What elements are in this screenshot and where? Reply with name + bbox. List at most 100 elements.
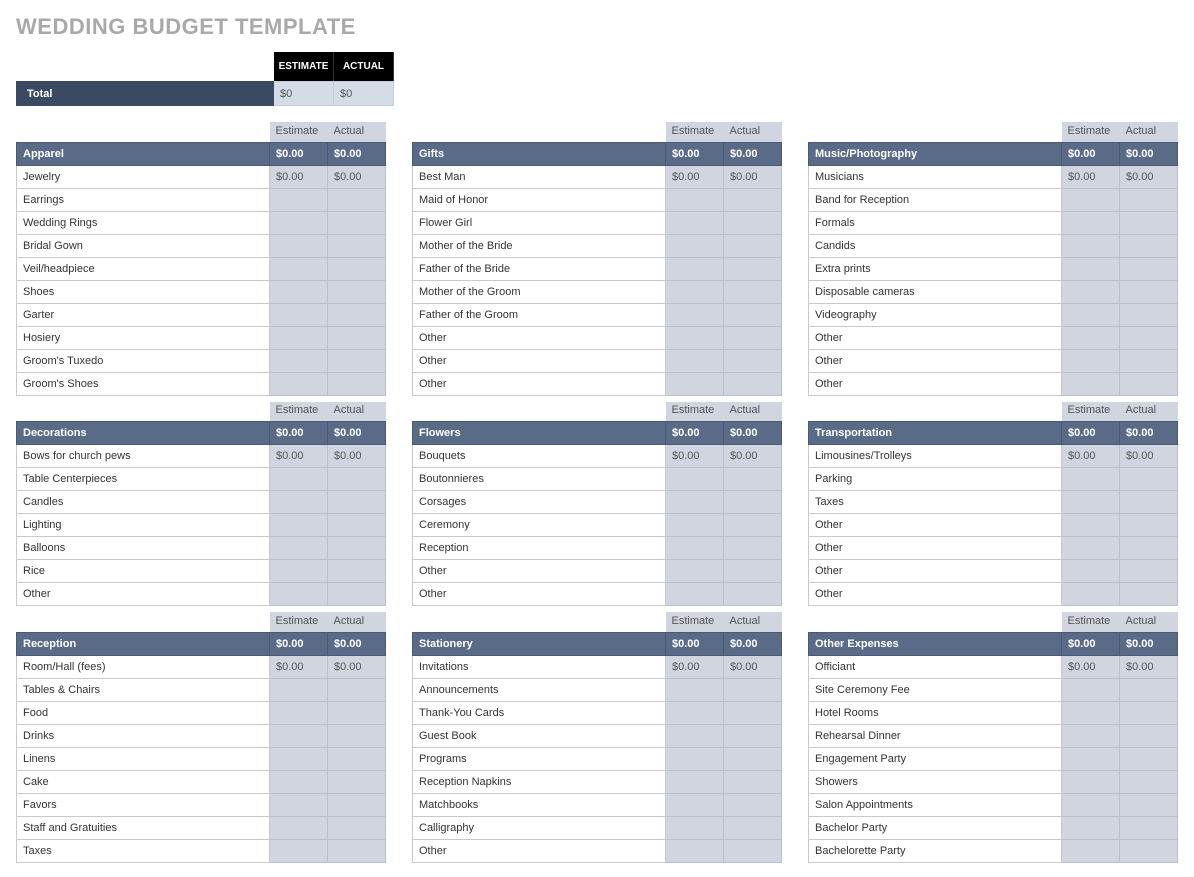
line-item-actual[interactable]: [1120, 816, 1178, 839]
line-item-estimate[interactable]: [1062, 491, 1120, 514]
line-item-estimate[interactable]: [666, 678, 724, 701]
line-item-actual[interactable]: [1120, 839, 1178, 862]
line-item-actual[interactable]: [328, 770, 386, 793]
line-item-actual[interactable]: [1120, 211, 1178, 234]
line-item-actual[interactable]: [724, 770, 782, 793]
line-item-actual[interactable]: [724, 514, 782, 537]
line-item-estimate[interactable]: [270, 234, 328, 257]
line-item-estimate[interactable]: [270, 816, 328, 839]
line-item-estimate[interactable]: [666, 793, 724, 816]
line-item-estimate[interactable]: $0.00: [270, 445, 328, 468]
line-item-actual[interactable]: $0.00: [724, 445, 782, 468]
line-item-actual[interactable]: [1120, 701, 1178, 724]
line-item-estimate[interactable]: [666, 537, 724, 560]
line-item-estimate[interactable]: [270, 280, 328, 303]
line-item-estimate[interactable]: [1062, 816, 1120, 839]
line-item-estimate[interactable]: $0.00: [666, 445, 724, 468]
line-item-estimate[interactable]: $0.00: [666, 165, 724, 188]
line-item-actual[interactable]: [328, 560, 386, 583]
line-item-estimate[interactable]: [666, 770, 724, 793]
line-item-actual[interactable]: [328, 257, 386, 280]
line-item-estimate[interactable]: [1062, 793, 1120, 816]
line-item-actual[interactable]: [328, 280, 386, 303]
line-item-estimate[interactable]: [270, 537, 328, 560]
line-item-actual[interactable]: [1120, 257, 1178, 280]
line-item-estimate[interactable]: [666, 326, 724, 349]
line-item-estimate[interactable]: [270, 514, 328, 537]
line-item-estimate[interactable]: [1062, 583, 1120, 606]
line-item-actual[interactable]: [328, 326, 386, 349]
line-item-estimate[interactable]: [270, 678, 328, 701]
line-item-actual[interactable]: [724, 211, 782, 234]
line-item-actual[interactable]: [1120, 514, 1178, 537]
line-item-actual[interactable]: [1120, 326, 1178, 349]
line-item-estimate[interactable]: [666, 211, 724, 234]
line-item-actual[interactable]: [724, 537, 782, 560]
line-item-actual[interactable]: [328, 468, 386, 491]
line-item-actual[interactable]: [1120, 234, 1178, 257]
line-item-actual[interactable]: [1120, 678, 1178, 701]
line-item-estimate[interactable]: [270, 839, 328, 862]
line-item-actual[interactable]: [724, 326, 782, 349]
line-item-estimate[interactable]: [666, 234, 724, 257]
line-item-actual[interactable]: $0.00: [328, 445, 386, 468]
line-item-estimate[interactable]: [1062, 724, 1120, 747]
line-item-actual[interactable]: [1120, 793, 1178, 816]
line-item-estimate[interactable]: [270, 211, 328, 234]
line-item-estimate[interactable]: [270, 257, 328, 280]
line-item-estimate[interactable]: [1062, 839, 1120, 862]
line-item-estimate[interactable]: [270, 303, 328, 326]
line-item-estimate[interactable]: [666, 257, 724, 280]
line-item-estimate[interactable]: [1062, 211, 1120, 234]
line-item-estimate[interactable]: [666, 280, 724, 303]
line-item-actual[interactable]: [328, 211, 386, 234]
line-item-estimate[interactable]: $0.00: [1062, 445, 1120, 468]
line-item-actual[interactable]: [1120, 491, 1178, 514]
line-item-estimate[interactable]: [666, 188, 724, 211]
line-item-estimate[interactable]: [666, 514, 724, 537]
line-item-estimate[interactable]: [270, 793, 328, 816]
line-item-actual[interactable]: [724, 303, 782, 326]
line-item-estimate[interactable]: [666, 372, 724, 395]
line-item-estimate[interactable]: [270, 372, 328, 395]
line-item-estimate[interactable]: [1062, 326, 1120, 349]
line-item-estimate[interactable]: [1062, 560, 1120, 583]
line-item-actual[interactable]: [1120, 280, 1178, 303]
line-item-estimate[interactable]: [1062, 468, 1120, 491]
line-item-estimate[interactable]: [270, 468, 328, 491]
line-item-actual[interactable]: [1120, 770, 1178, 793]
line-item-actual[interactable]: [328, 583, 386, 606]
line-item-actual[interactable]: $0.00: [328, 165, 386, 188]
line-item-actual[interactable]: [724, 793, 782, 816]
line-item-estimate[interactable]: [270, 491, 328, 514]
line-item-actual[interactable]: [1120, 303, 1178, 326]
line-item-actual[interactable]: [724, 491, 782, 514]
line-item-estimate[interactable]: [270, 583, 328, 606]
line-item-actual[interactable]: [1120, 372, 1178, 395]
line-item-actual[interactable]: [328, 303, 386, 326]
line-item-actual[interactable]: [724, 839, 782, 862]
line-item-actual[interactable]: [328, 188, 386, 211]
line-item-estimate[interactable]: [1062, 747, 1120, 770]
line-item-actual[interactable]: [724, 372, 782, 395]
line-item-actual[interactable]: [328, 724, 386, 747]
line-item-actual[interactable]: [724, 188, 782, 211]
line-item-actual[interactable]: [724, 349, 782, 372]
line-item-estimate[interactable]: [666, 839, 724, 862]
line-item-actual[interactable]: [328, 372, 386, 395]
line-item-estimate[interactable]: [1062, 280, 1120, 303]
line-item-estimate[interactable]: [1062, 349, 1120, 372]
line-item-estimate[interactable]: [666, 303, 724, 326]
line-item-estimate[interactable]: [666, 816, 724, 839]
line-item-estimate[interactable]: [270, 560, 328, 583]
line-item-actual[interactable]: $0.00: [1120, 165, 1178, 188]
line-item-estimate[interactable]: [666, 701, 724, 724]
line-item-actual[interactable]: [724, 678, 782, 701]
line-item-estimate[interactable]: [1062, 188, 1120, 211]
line-item-actual[interactable]: [1120, 349, 1178, 372]
line-item-actual[interactable]: [328, 514, 386, 537]
line-item-actual[interactable]: [724, 257, 782, 280]
line-item-actual[interactable]: [724, 724, 782, 747]
line-item-estimate[interactable]: [1062, 514, 1120, 537]
line-item-estimate[interactable]: [666, 583, 724, 606]
